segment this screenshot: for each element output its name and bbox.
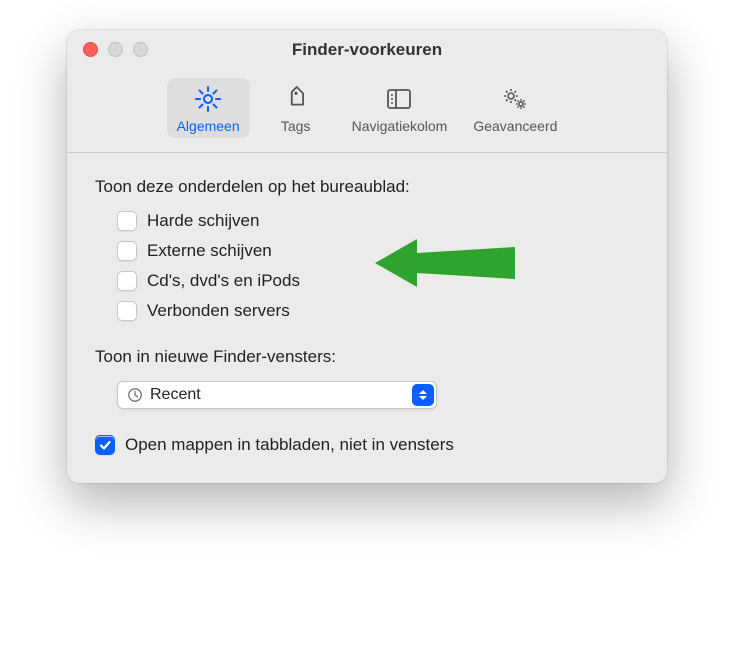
checkbox-open-in-tabs[interactable]	[95, 435, 115, 455]
checkbox-servers[interactable]	[117, 301, 137, 321]
tag-icon	[281, 84, 311, 114]
checkbox-label: Cd's, dvd's en iPods	[147, 271, 300, 291]
checkbox-row-external-drives: Externe schijven	[117, 241, 639, 261]
tab-label: Geavanceerd	[473, 118, 557, 134]
tab-label: Tags	[281, 118, 311, 134]
dropdown-arrows-icon	[412, 384, 434, 406]
checkbox-cds[interactable]	[117, 271, 137, 291]
zoom-button	[133, 42, 148, 57]
tab-label: Algemeen	[177, 118, 240, 134]
tab-tags[interactable]: Tags	[256, 78, 336, 138]
checkbox-label: Externe schijven	[147, 241, 272, 261]
checkbox-label: Harde schijven	[147, 211, 259, 231]
desktop-items-list: Harde schijven Externe schijven Cd's, dv…	[117, 211, 639, 321]
window-title: Finder-voorkeuren	[67, 40, 667, 60]
titlebar: Finder-voorkeuren	[67, 30, 667, 70]
tab-general[interactable]: Algemeen	[167, 78, 250, 138]
tab-sidebar[interactable]: Navigatiekolom	[342, 78, 458, 138]
tabs-checkbox-row: Open mappen in tabbladen, niet in venste…	[95, 435, 639, 455]
checkbox-row-hard-drives: Harde schijven	[117, 211, 639, 231]
checkbox-hard-drives[interactable]	[117, 211, 137, 231]
preferences-window: Finder-voorkeuren Algemeen Tags	[67, 30, 667, 483]
clock-icon	[126, 386, 144, 404]
dropdown-value: Recent	[150, 386, 201, 404]
traffic-lights	[67, 42, 148, 57]
new-window-dropdown[interactable]: Recent	[117, 381, 437, 409]
new-window-section: Toon in nieuwe Finder-vensters: Recent	[95, 347, 639, 409]
tab-label: Navigatiekolom	[352, 118, 448, 134]
desktop-items-heading: Toon deze onderdelen op het bureaublad:	[95, 177, 639, 197]
content-pane: Toon deze onderdelen op het bureaublad: …	[67, 153, 667, 483]
checkbox-external-drives[interactable]	[117, 241, 137, 261]
new-window-heading: Toon in nieuwe Finder-vensters:	[95, 347, 639, 367]
checkbox-row-cds: Cd's, dvd's en iPods	[117, 271, 639, 291]
gear-icon	[193, 84, 223, 114]
sidebar-icon	[384, 84, 414, 114]
close-button[interactable]	[83, 42, 98, 57]
minimize-button	[108, 42, 123, 57]
tab-advanced[interactable]: Geavanceerd	[463, 78, 567, 138]
checkbox-label: Verbonden servers	[147, 301, 290, 321]
gears-icon	[500, 84, 530, 114]
checkbox-row-servers: Verbonden servers	[117, 301, 639, 321]
toolbar: Algemeen Tags Navigatiekolo	[67, 70, 667, 153]
checkbox-label: Open mappen in tabbladen, niet in venste…	[125, 435, 454, 455]
